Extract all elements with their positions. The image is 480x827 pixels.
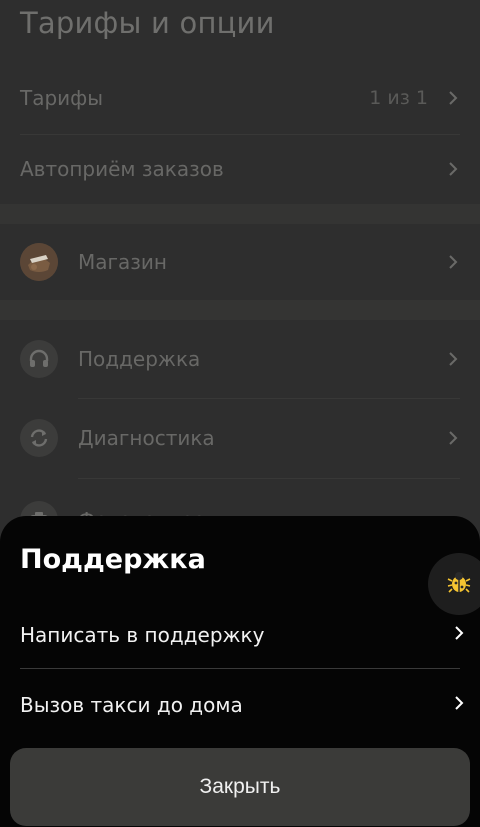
- write-to-support-item[interactable]: Написать в поддержку: [0, 600, 480, 670]
- auto-accept-label: Автоприём заказов: [20, 157, 224, 181]
- page-title: Тарифы и опции: [20, 6, 275, 40]
- shop-label: Магазин: [78, 250, 167, 274]
- divider: [78, 478, 460, 479]
- taxi-home-item[interactable]: Вызов такси до дома: [0, 670, 480, 740]
- refresh-icon: [20, 419, 58, 457]
- chevron-right-icon: [444, 350, 462, 368]
- shop-avatar-icon: [20, 243, 58, 281]
- taxi-home-label: Вызов такси до дома: [20, 693, 243, 717]
- tariffs-label: Тарифы: [20, 86, 104, 110]
- tariffs-count: 1 из 1: [369, 87, 428, 109]
- screen: Тарифы и опции Тарифы 1 из 1 Автоприём з…: [0, 0, 480, 827]
- close-button[interactable]: Закрыть: [10, 748, 470, 826]
- chevron-right-icon: [444, 89, 462, 107]
- sheet-title: Поддержка: [20, 544, 206, 575]
- chevron-right-icon: [454, 695, 464, 715]
- shop-row[interactable]: Магазин: [0, 224, 480, 300]
- auto-accept-row[interactable]: Автоприём заказов: [0, 134, 480, 204]
- section-separator: [0, 204, 480, 224]
- bug-icon: [446, 569, 472, 599]
- chevron-right-icon: [444, 253, 462, 271]
- support-row[interactable]: Поддержка: [0, 320, 480, 398]
- support-label: Поддержка: [78, 347, 201, 371]
- diagnostics-row[interactable]: Диагностика: [0, 398, 480, 478]
- chevron-right-icon: [444, 160, 462, 178]
- support-bottom-sheet: Поддержка Написать в поддержку Вызов так…: [0, 516, 480, 827]
- chevron-right-icon: [444, 429, 462, 447]
- headset-icon: [20, 340, 58, 378]
- write-to-support-label: Написать в поддержку: [20, 623, 265, 647]
- diagnostics-label: Диагностика: [78, 426, 215, 450]
- tariffs-row[interactable]: Тарифы 1 из 1: [0, 62, 480, 134]
- chevron-right-icon: [454, 625, 464, 645]
- divider: [20, 668, 460, 669]
- section-separator: [0, 300, 480, 320]
